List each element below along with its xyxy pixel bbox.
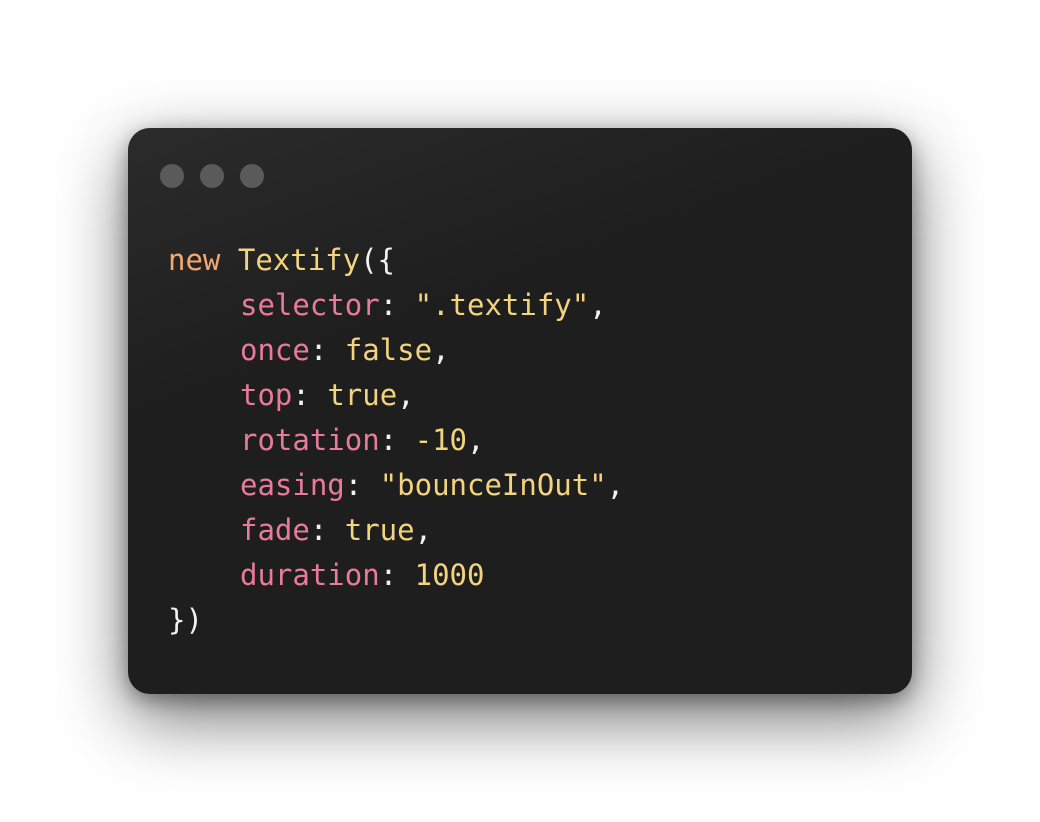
code-line: new Textify({ — [168, 238, 624, 283]
property-key: top — [240, 378, 293, 412]
property-value: "bounceInOut" — [379, 468, 607, 502]
code-line: top: true, — [240, 378, 415, 412]
property-key: selector — [240, 288, 380, 322]
close-brace: }) — [168, 603, 203, 637]
code-line: duration: 1000 — [240, 558, 485, 592]
property-key: rotation — [240, 423, 380, 457]
code-line: rotation: -10, — [240, 423, 485, 457]
code-line: }) — [168, 598, 624, 643]
keyword-new: new — [168, 243, 221, 277]
open-brace: ({ — [360, 243, 395, 277]
code-window: new Textify({ selector: ".textify", once: … — [128, 128, 912, 694]
canvas: new Textify({ selector: ".textify", once: … — [0, 0, 1040, 822]
property-key: fade — [240, 513, 310, 547]
property-key: once — [240, 333, 310, 367]
code-line: easing: "bounceInOut", — [240, 468, 625, 502]
property-key: easing — [240, 468, 345, 502]
class-name: Textify — [237, 243, 361, 277]
code-line: once: false, — [240, 333, 450, 367]
property-value: true — [344, 513, 415, 547]
maximize-dot-icon[interactable] — [240, 164, 264, 188]
window-controls — [160, 164, 264, 188]
property-key: duration — [240, 558, 380, 592]
code-line: fade: true, — [240, 513, 433, 547]
property-value: 1000 — [414, 558, 485, 592]
property-value: -10 — [414, 423, 467, 457]
close-dot-icon[interactable] — [160, 164, 184, 188]
code-block: new Textify({ selector: ".textify", once: … — [168, 238, 624, 643]
property-value: true — [327, 378, 398, 412]
property-value: false — [344, 333, 433, 367]
property-value: ".textify" — [414, 288, 590, 322]
minimize-dot-icon[interactable] — [200, 164, 224, 188]
code-line: selector: ".textify", — [240, 288, 607, 322]
